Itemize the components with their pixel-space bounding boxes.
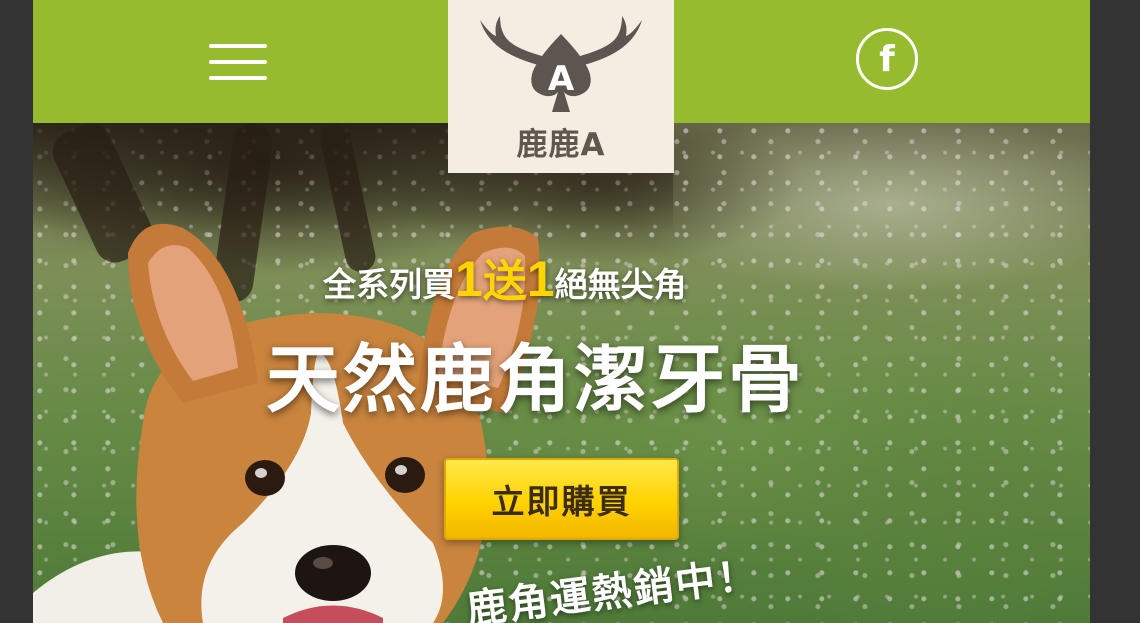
- hamburger-menu-icon[interactable]: [203, 34, 273, 90]
- menu-bar: [209, 60, 267, 64]
- brand-logo[interactable]: A 鹿鹿A: [448, 0, 674, 173]
- promo-line: 全系列買 1 送 1 絕無尖角: [323, 245, 803, 309]
- menu-bar: [209, 76, 267, 80]
- promo-word: 送: [482, 256, 527, 307]
- facebook-glyph: f: [879, 38, 895, 80]
- hero-headline: 天然鹿角潔牙骨: [266, 337, 805, 423]
- buy-now-button[interactable]: 立即購買: [444, 458, 679, 540]
- antler-spade-logo-icon: A: [480, 16, 642, 112]
- promo-number-2: 1: [526, 251, 555, 307]
- facebook-icon[interactable]: f: [856, 28, 918, 90]
- promo-prefix: 全系列買: [323, 265, 455, 304]
- menu-bar: [209, 44, 267, 48]
- page: f A 鹿鹿A 全系列買 1 送 1 絕無尖角 天然鹿角潔牙骨 立即購買 鹿角運…: [33, 0, 1090, 623]
- brand-name: 鹿鹿A: [516, 127, 606, 163]
- promo-suffix: 絕無尖角: [554, 265, 687, 304]
- logo-letter: A: [548, 59, 575, 99]
- promo-number-1: 1: [455, 251, 483, 307]
